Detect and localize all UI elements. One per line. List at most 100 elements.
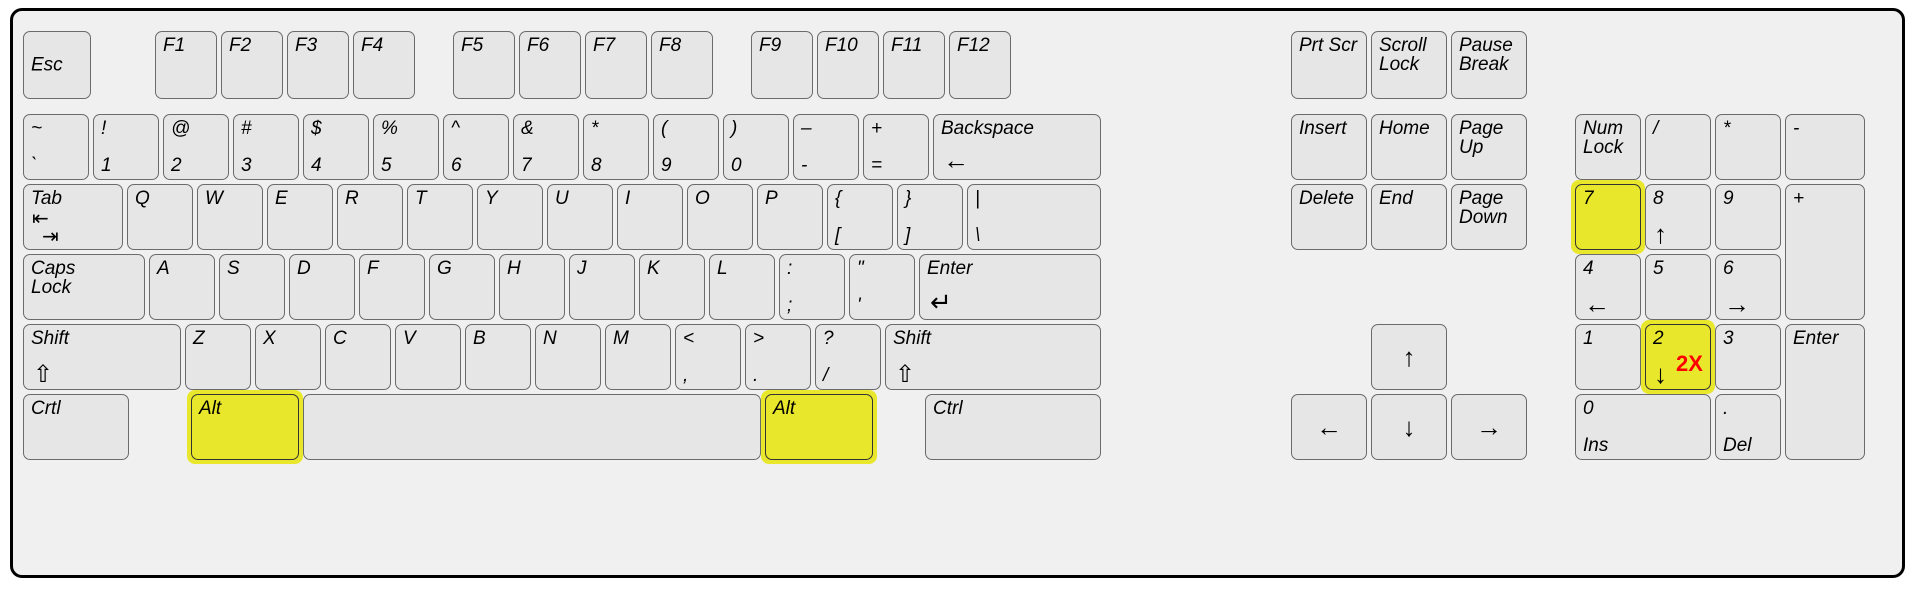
key-numpad-5[interactable]: 5 xyxy=(1645,254,1711,320)
key-backtick[interactable]: ~ ` xyxy=(23,114,89,180)
key-l[interactable]: L xyxy=(709,254,775,320)
key-period[interactable]: > . xyxy=(745,324,811,390)
key-esc[interactable]: Esc xyxy=(23,31,91,99)
key-8[interactable]: * 8 xyxy=(583,114,649,180)
key-f9[interactable]: F9 xyxy=(751,31,813,99)
key-numpad-1[interactable]: 1 xyxy=(1575,324,1641,390)
key-numpad-8[interactable]: 8 ↑ xyxy=(1645,184,1711,250)
key-backslash[interactable]: | \ xyxy=(967,184,1101,250)
key-numpad-0[interactable]: 0 Ins xyxy=(1575,394,1711,460)
key-9[interactable]: ( 9 xyxy=(653,114,719,180)
key-numpad-decimal[interactable]: . Del xyxy=(1715,394,1781,460)
key-1[interactable]: ! 1 xyxy=(93,114,159,180)
key-slash[interactable]: ? / xyxy=(815,324,881,390)
key-delete[interactable]: Delete xyxy=(1291,184,1367,250)
key-f2[interactable]: F2 xyxy=(221,31,283,99)
key-alt-left[interactable]: Alt xyxy=(191,394,299,460)
key-z[interactable]: Z xyxy=(185,324,251,390)
key-f10[interactable]: F10 xyxy=(817,31,879,99)
key-insert[interactable]: Insert xyxy=(1291,114,1367,180)
key-4[interactable]: $ 4 xyxy=(303,114,369,180)
key-y[interactable]: Y xyxy=(477,184,543,250)
key-quote[interactable]: " ' xyxy=(849,254,915,320)
key-capslock[interactable]: Caps Lock xyxy=(23,254,145,320)
key-5[interactable]: % 5 xyxy=(373,114,439,180)
key-n[interactable]: N xyxy=(535,324,601,390)
key-a[interactable]: A xyxy=(149,254,215,320)
key-7[interactable]: & 7 xyxy=(513,114,579,180)
key-o[interactable]: O xyxy=(687,184,753,250)
key-numpad-multiply[interactable]: * xyxy=(1715,114,1781,180)
key-f1[interactable]: F1 xyxy=(155,31,217,99)
key-ctrl-right[interactable]: Ctrl xyxy=(925,394,1101,460)
key-shift-left[interactable]: Shift ⇧ xyxy=(23,324,181,390)
key-0[interactable]: ) 0 xyxy=(723,114,789,180)
key-minus[interactable]: – - xyxy=(793,114,859,180)
key-i[interactable]: I xyxy=(617,184,683,250)
key-v[interactable]: V xyxy=(395,324,461,390)
key-q[interactable]: Q xyxy=(127,184,193,250)
key-numpad-3[interactable]: 3 xyxy=(1715,324,1781,390)
key-numpad-6[interactable]: 6 → xyxy=(1715,254,1781,320)
key-f8[interactable]: F8 xyxy=(651,31,713,99)
key-pageup[interactable]: Page Up xyxy=(1451,114,1527,180)
key-numpad-enter[interactable]: Enter xyxy=(1785,324,1865,460)
key-g[interactable]: G xyxy=(429,254,495,320)
key-equals[interactable]: + = xyxy=(863,114,929,180)
key-numpad-divide[interactable]: / xyxy=(1645,114,1711,180)
key-f4[interactable]: F4 xyxy=(353,31,415,99)
key-6[interactable]: ^ 6 xyxy=(443,114,509,180)
key-f6[interactable]: F6 xyxy=(519,31,581,99)
key-end[interactable]: End xyxy=(1371,184,1447,250)
key-arrow-right[interactable]: → xyxy=(1451,394,1527,460)
key-m[interactable]: M xyxy=(605,324,671,390)
key-f7[interactable]: F7 xyxy=(585,31,647,99)
key-s[interactable]: S xyxy=(219,254,285,320)
key-numpad-add[interactable]: + xyxy=(1785,184,1865,320)
key-r[interactable]: R xyxy=(337,184,403,250)
key-e[interactable]: E xyxy=(267,184,333,250)
key-x[interactable]: X xyxy=(255,324,321,390)
key-alt-right[interactable]: Alt xyxy=(765,394,873,460)
key-numlock[interactable]: Num Lock xyxy=(1575,114,1641,180)
key-arrow-left[interactable]: ← xyxy=(1291,394,1367,460)
key-pausebreak[interactable]: Pause Break xyxy=(1451,31,1527,99)
key-f12[interactable]: F12 xyxy=(949,31,1011,99)
key-home[interactable]: Home xyxy=(1371,114,1447,180)
key-shift-right[interactable]: Shift ⇧ xyxy=(885,324,1101,390)
key-f3[interactable]: F3 xyxy=(287,31,349,99)
key-p[interactable]: P xyxy=(757,184,823,250)
key-leftbracket[interactable]: { [ xyxy=(827,184,893,250)
key-f11[interactable]: F11 xyxy=(883,31,945,99)
key-ctrl-left[interactable]: Crtl xyxy=(23,394,129,460)
key-d[interactable]: D xyxy=(289,254,355,320)
key-tab[interactable]: Tab ⇤ ⇥ xyxy=(23,184,123,250)
key-arrow-up[interactable]: ↑ xyxy=(1371,324,1447,390)
key-3[interactable]: # 3 xyxy=(233,114,299,180)
key-scrolllock[interactable]: Scroll Lock xyxy=(1371,31,1447,99)
key-t[interactable]: T xyxy=(407,184,473,250)
key-numpad-4[interactable]: 4 ← xyxy=(1575,254,1641,320)
key-u[interactable]: U xyxy=(547,184,613,250)
key-f5[interactable]: F5 xyxy=(453,31,515,99)
key-f[interactable]: F xyxy=(359,254,425,320)
key-rightbracket[interactable]: } ] xyxy=(897,184,963,250)
key-2[interactable]: @ 2 xyxy=(163,114,229,180)
key-numpad-9[interactable]: 9 xyxy=(1715,184,1781,250)
key-comma[interactable]: < , xyxy=(675,324,741,390)
key-w[interactable]: W xyxy=(197,184,263,250)
key-printscreen[interactable]: Prt Scr xyxy=(1291,31,1367,99)
key-arrow-down[interactable]: ↓ xyxy=(1371,394,1447,460)
key-j[interactable]: J xyxy=(569,254,635,320)
key-pagedown[interactable]: Page Down xyxy=(1451,184,1527,250)
key-semicolon[interactable]: : ; xyxy=(779,254,845,320)
key-enter[interactable]: Enter ↵ xyxy=(919,254,1101,320)
key-h[interactable]: H xyxy=(499,254,565,320)
key-space[interactable] xyxy=(303,394,761,460)
key-backspace[interactable]: Backspace ← xyxy=(933,114,1101,180)
key-numpad-subtract[interactable]: - xyxy=(1785,114,1865,180)
key-b[interactable]: B xyxy=(465,324,531,390)
key-k[interactable]: K xyxy=(639,254,705,320)
key-numpad-2[interactable]: 2 ↓ 2X xyxy=(1645,324,1711,390)
key-c[interactable]: C xyxy=(325,324,391,390)
